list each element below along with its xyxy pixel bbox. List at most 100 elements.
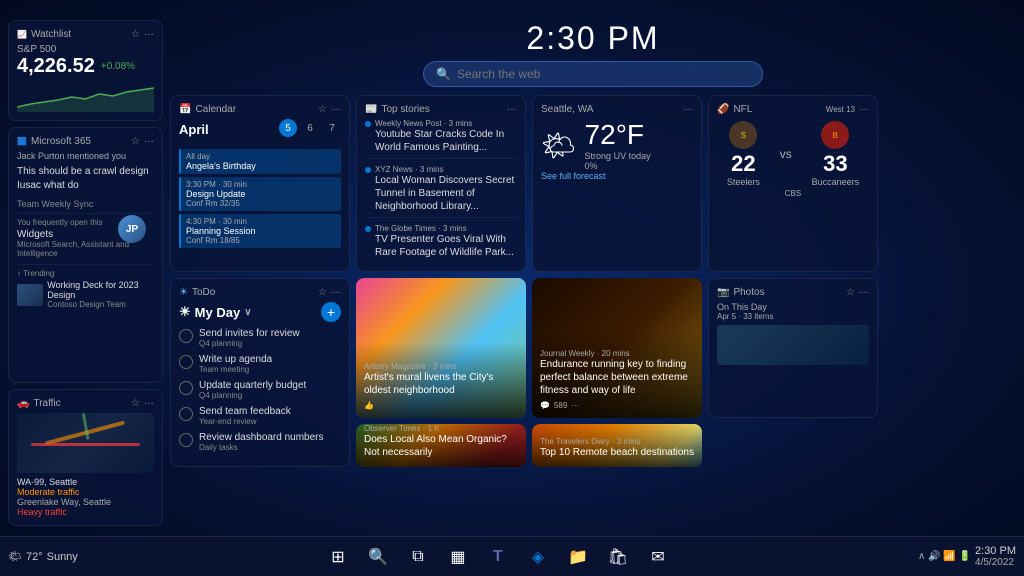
- todo-my-day-header: ☀ My Day ∨ +: [179, 302, 341, 322]
- weather-desc: Strong UV today: [585, 151, 651, 161]
- m365-widget: 🟦 Microsoft 365 ☆ ··· Jack Purton mentio…: [8, 127, 163, 383]
- taskbar-mail-button[interactable]: ✉: [642, 541, 674, 573]
- photos-widget: 📷 Photos ☆ ··· On This Day Apr 5 · 33 it…: [708, 278, 878, 418]
- m365-widget-title: 🟦 Microsoft 365: [17, 136, 91, 147]
- top-stories-more-button[interactable]: ···: [507, 104, 517, 115]
- m365-more-button[interactable]: ···: [144, 136, 154, 147]
- news-card-running[interactable]: Journal Weekly · 20 mins Endurance runni…: [532, 278, 702, 418]
- news-card-produce[interactable]: Observer Times · 1 h Does Local Also Mea…: [356, 424, 526, 468]
- news-item-1[interactable]: XYZ News · 3 mins Local Woman Discovers …: [365, 165, 517, 218]
- taskbar-teams-button[interactable]: T: [482, 541, 514, 573]
- calendar-widget: 📅 Calendar ☆ ··· April 5 6 7 All day Ang…: [170, 95, 350, 272]
- running-comments: 589: [554, 401, 567, 410]
- m365-widget-header: 🟦 Microsoft 365 ☆ ···: [17, 136, 154, 147]
- news-card-beach-headline: Top 10 Remote beach destinations: [540, 446, 694, 459]
- news-item-2[interactable]: The Globe Times · 3 mins TV Presenter Go…: [365, 224, 517, 263]
- stock-value: 4,226.52: [17, 55, 95, 78]
- weather-icon: 🌤: [541, 129, 577, 162]
- taskbar-date: 4/5/2022: [975, 557, 1016, 568]
- photos-pin-button[interactable]: ☆: [846, 287, 855, 298]
- taskbar-search-button[interactable]: 🔍: [362, 541, 394, 573]
- nfl-header: 🏈 NFL West 13 ···: [717, 104, 869, 115]
- todo-title: ☀ ToDo: [179, 287, 215, 298]
- calendar-event-design: 3:30 PM · 30 min Design Update Conf Rm 3…: [179, 177, 341, 211]
- nfl-team1-logo: S: [729, 121, 757, 149]
- nfl-vs: vs: [780, 147, 792, 161]
- todo-checkbox-1[interactable]: [179, 355, 193, 369]
- comment-icon: 💬: [540, 401, 550, 410]
- store-icon: 🛍: [608, 547, 628, 567]
- m365-trend-thumbnail: [17, 284, 43, 306]
- nfl-teams: S 22 Steelers vs B 33 Buccaneers: [717, 121, 869, 187]
- traffic-widget-title: 🚗 Traffic: [17, 398, 61, 409]
- taskbar-widgets-button[interactable]: ▦: [442, 541, 474, 573]
- start-icon: ⊞: [331, 547, 344, 567]
- news-card-produce-headline: Does Local Also Mean Organic? Not necess…: [364, 433, 518, 459]
- news-card-produce-overlay: Observer Times · 1 h Does Local Also Mea…: [356, 424, 526, 468]
- traffic-address: Greenlake Way, Seattle: [17, 497, 154, 507]
- todo-item-1[interactable]: Write up agenda Team meeting: [179, 354, 341, 374]
- widget-grid: 📅 Calendar ☆ ··· April 5 6 7 All day Ang…: [170, 95, 1016, 467]
- taskbar-task-view-button[interactable]: ⧉: [402, 541, 434, 573]
- stock-more-button[interactable]: ···: [144, 29, 154, 40]
- taskbar-weather-condition: Sunny: [47, 551, 78, 563]
- taskbar-weather-temp: 72°: [26, 551, 43, 563]
- top-stories-title: 📰 Top stories: [365, 104, 430, 115]
- todo-sub-1: Team meeting: [199, 365, 272, 374]
- traffic-pin-button[interactable]: ☆: [131, 398, 140, 409]
- taskbar-clock[interactable]: 2:30 PM 4/5/2022: [975, 545, 1016, 568]
- start-button[interactable]: ⊞: [322, 541, 354, 573]
- nfl-widget: 🏈 NFL West 13 ··· S 22 Steelers vs B 33: [708, 95, 878, 272]
- todo-pin-button[interactable]: ☆: [318, 287, 327, 298]
- todo-checkbox-0[interactable]: [179, 329, 193, 343]
- taskbar-weather: 🌤 72°: [8, 550, 43, 563]
- news-card-mural[interactable]: Artistry Magazine · 3 mins Artist's mura…: [356, 278, 526, 418]
- todo-checkbox-2[interactable]: [179, 381, 193, 395]
- photos-more-button[interactable]: ···: [859, 287, 869, 298]
- taskbar-store-button[interactable]: 🛍: [602, 541, 634, 573]
- todo-more-button[interactable]: ···: [331, 287, 341, 298]
- calendar-pin-button[interactable]: ☆: [318, 104, 327, 115]
- nfl-team2-score: 33: [812, 151, 860, 177]
- todo-item-4[interactable]: Review dashboard numbers Daily tasks: [179, 432, 341, 452]
- m365-meeting: Team Weekly Sync: [17, 199, 154, 209]
- todo-item-0[interactable]: Send invites for review Q4 planning: [179, 328, 341, 348]
- taskbar-left: 🌤 72° Sunny: [8, 550, 78, 563]
- taskbar-explorer-button[interactable]: 📁: [562, 541, 594, 573]
- taskbar-weather-icon: 🌤: [8, 550, 22, 563]
- weather-more-button[interactable]: ···: [683, 104, 693, 115]
- search-bar[interactable]: 🔍: [423, 61, 763, 87]
- weather-uv: 0%: [585, 161, 651, 171]
- todo-item-2[interactable]: Update quarterly budget Q4 planning: [179, 380, 341, 400]
- calendar-event-birthday: All day Angela's Birthday: [179, 149, 341, 174]
- m365-pin-button[interactable]: ☆: [131, 136, 140, 147]
- traffic-more-button[interactable]: ···: [144, 398, 154, 409]
- todo-add-button[interactable]: +: [321, 302, 341, 322]
- m365-trending-label: ↑ Trending: [17, 269, 154, 278]
- news-dot-1: [365, 167, 371, 173]
- nfl-more-button[interactable]: ···: [859, 104, 869, 115]
- traffic-status1: Moderate traffic: [17, 487, 154, 497]
- taskbar-time: 2:30 PM: [975, 545, 1016, 557]
- todo-checkbox-3[interactable]: [179, 407, 193, 421]
- taskbar-edge-button[interactable]: ◈: [522, 541, 554, 573]
- news-card-beach[interactable]: The Travelers Diary · 3 mins Top 10 Remo…: [532, 424, 702, 468]
- weather-forecast-link[interactable]: See full forecast: [541, 171, 693, 181]
- calendar-more-button[interactable]: ···: [331, 104, 341, 115]
- news-card-running-headline: Endurance running key to finding perfect…: [540, 358, 694, 397]
- todo-checkbox-4[interactable]: [179, 433, 193, 447]
- m365-trend-item[interactable]: Working Deck for 2023 Design Contoso Des…: [17, 280, 154, 309]
- nfl-cbs: CBS: [717, 189, 869, 198]
- news-item-0[interactable]: Weekly News Post · 3 mins Youtube Star C…: [365, 119, 517, 159]
- news-card-produce-source: Observer Times · 1 h: [364, 424, 518, 433]
- news-source-0: Weekly News Post · 3 mins: [375, 119, 517, 128]
- todo-item-3[interactable]: Send team feedback Year-end review: [179, 406, 341, 426]
- photos-date-count: Apr 5 · 33 items: [717, 312, 869, 321]
- news-source-2: The Globe Times · 3 mins: [375, 224, 517, 233]
- search-icon: 🔍: [436, 67, 451, 81]
- stock-pin-button[interactable]: ☆: [131, 29, 140, 40]
- todo-sub-2: Q4 planning: [199, 391, 306, 400]
- nfl-team1-score: 22: [727, 151, 760, 177]
- todo-text-3: Send team feedback: [199, 406, 291, 417]
- search-input[interactable]: [457, 67, 750, 81]
